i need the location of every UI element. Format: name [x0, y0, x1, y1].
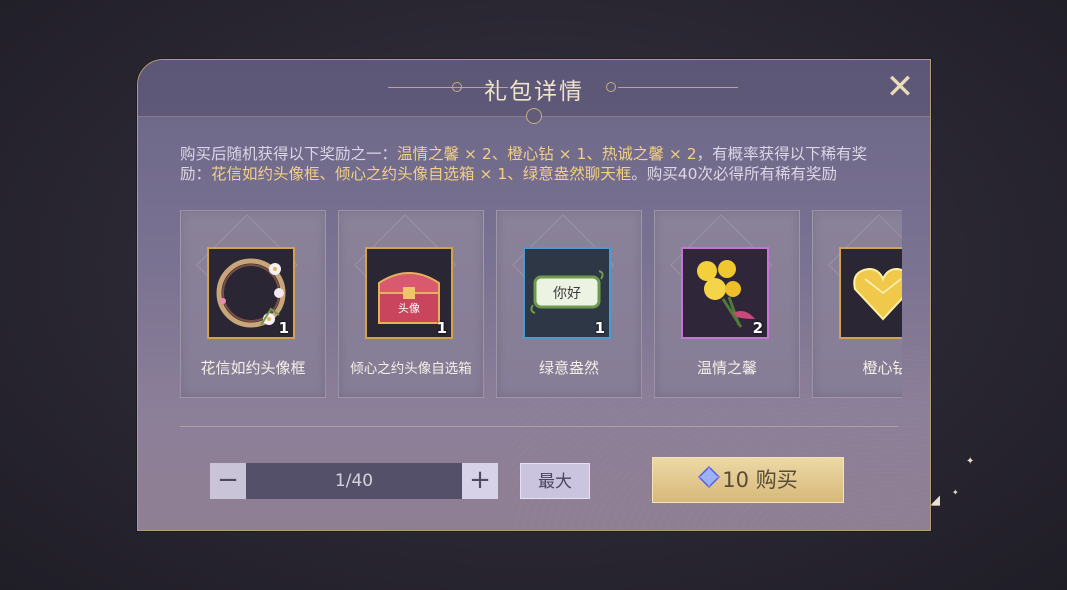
reward-icon-frame: 2 — [681, 247, 769, 339]
reward-name: 橙心钻 — [862, 359, 902, 377]
reward-name: 花信如约头像框 — [200, 359, 306, 377]
reward-icon-frame: 1 — [207, 247, 295, 339]
decrease-button[interactable]: − — [210, 463, 246, 499]
description-highlight: 花信如约头像框、倾心之约头像自选箱 × 1、绿意盎然聊天框 — [211, 165, 632, 183]
dialog-header: 礼包详情 ✕ — [138, 60, 930, 124]
heart-diamond-icon — [853, 267, 902, 321]
reward-list[interactable]: 1 花信如约头像框 头像 1 倾心之约头像自选箱 你好 1 绿意盎然 2 温情之… — [180, 210, 902, 400]
close-icon[interactable]: ✕ — [884, 70, 916, 104]
increase-button[interactable]: + — [462, 463, 498, 499]
reward-icon-frame: 你好 1 — [523, 247, 611, 339]
reward-quantity: 2 — [752, 319, 763, 337]
reward-name: 倾心之约头像自选箱 — [350, 361, 472, 377]
dialog-title: 礼包详情 — [484, 79, 584, 105]
reward-icon-frame — [839, 247, 902, 339]
description-highlight: 温情之馨 × 2、橙心钻 × 1、热诚之馨 × 2 — [397, 145, 697, 163]
gift-pack-dialog: 礼包详情 ✕ 购买后随机获得以下奖励之一：温情之馨 × 2、橙心钻 × 1、热诚… — [137, 59, 931, 531]
title-ornament-right — [618, 87, 738, 88]
reward-quantity: 1 — [278, 319, 289, 337]
buy-price: 10 — [722, 468, 750, 492]
reward-description: 购买后随机获得以下奖励之一：温情之馨 × 2、橙心钻 × 1、热诚之馨 × 2，… — [180, 144, 890, 184]
diamond-currency-icon — [698, 459, 721, 503]
chest-label: 头像 — [398, 302, 420, 315]
reward-icon-frame: 头像 1 — [365, 247, 453, 339]
quantity-value: 1/40 — [334, 471, 374, 491]
reward-name: 温情之馨 — [696, 359, 757, 377]
divider — [180, 426, 898, 427]
sparkle-icon: ◢ — [930, 493, 940, 508]
title-ornament-knot-right — [606, 82, 616, 92]
reward-quantity: 1 — [436, 319, 447, 337]
reward-quantity: 1 — [594, 319, 605, 337]
reward-card[interactable]: 你好 1 绿意盎然 — [496, 210, 642, 398]
reward-card[interactable]: 橙心钻 — [812, 210, 902, 398]
buy-button[interactable]: 10 购买 — [652, 457, 844, 503]
buy-label: 购买 — [755, 468, 798, 492]
sparkle-icon: ✦ — [952, 488, 959, 497]
reward-card[interactable]: 头像 1 倾心之约头像自选箱 — [338, 210, 484, 398]
quantity-stepper[interactable]: − 1/40 + — [210, 463, 498, 499]
max-button[interactable]: 最大 — [520, 463, 590, 499]
header-gem-ornament — [526, 108, 542, 124]
reward-name: 绿意盎然 — [538, 359, 599, 377]
bubble-text: 你好 — [553, 286, 581, 302]
reward-card[interactable]: 1 花信如约头像框 — [180, 210, 326, 398]
description-text: 。购买40次必得所有稀有奖励 — [631, 165, 837, 183]
reward-card[interactable]: 2 温情之馨 — [654, 210, 800, 398]
sparkle-icon: ✦ — [966, 456, 975, 467]
description-text: 购买后随机获得以下奖励之一： — [180, 145, 398, 163]
